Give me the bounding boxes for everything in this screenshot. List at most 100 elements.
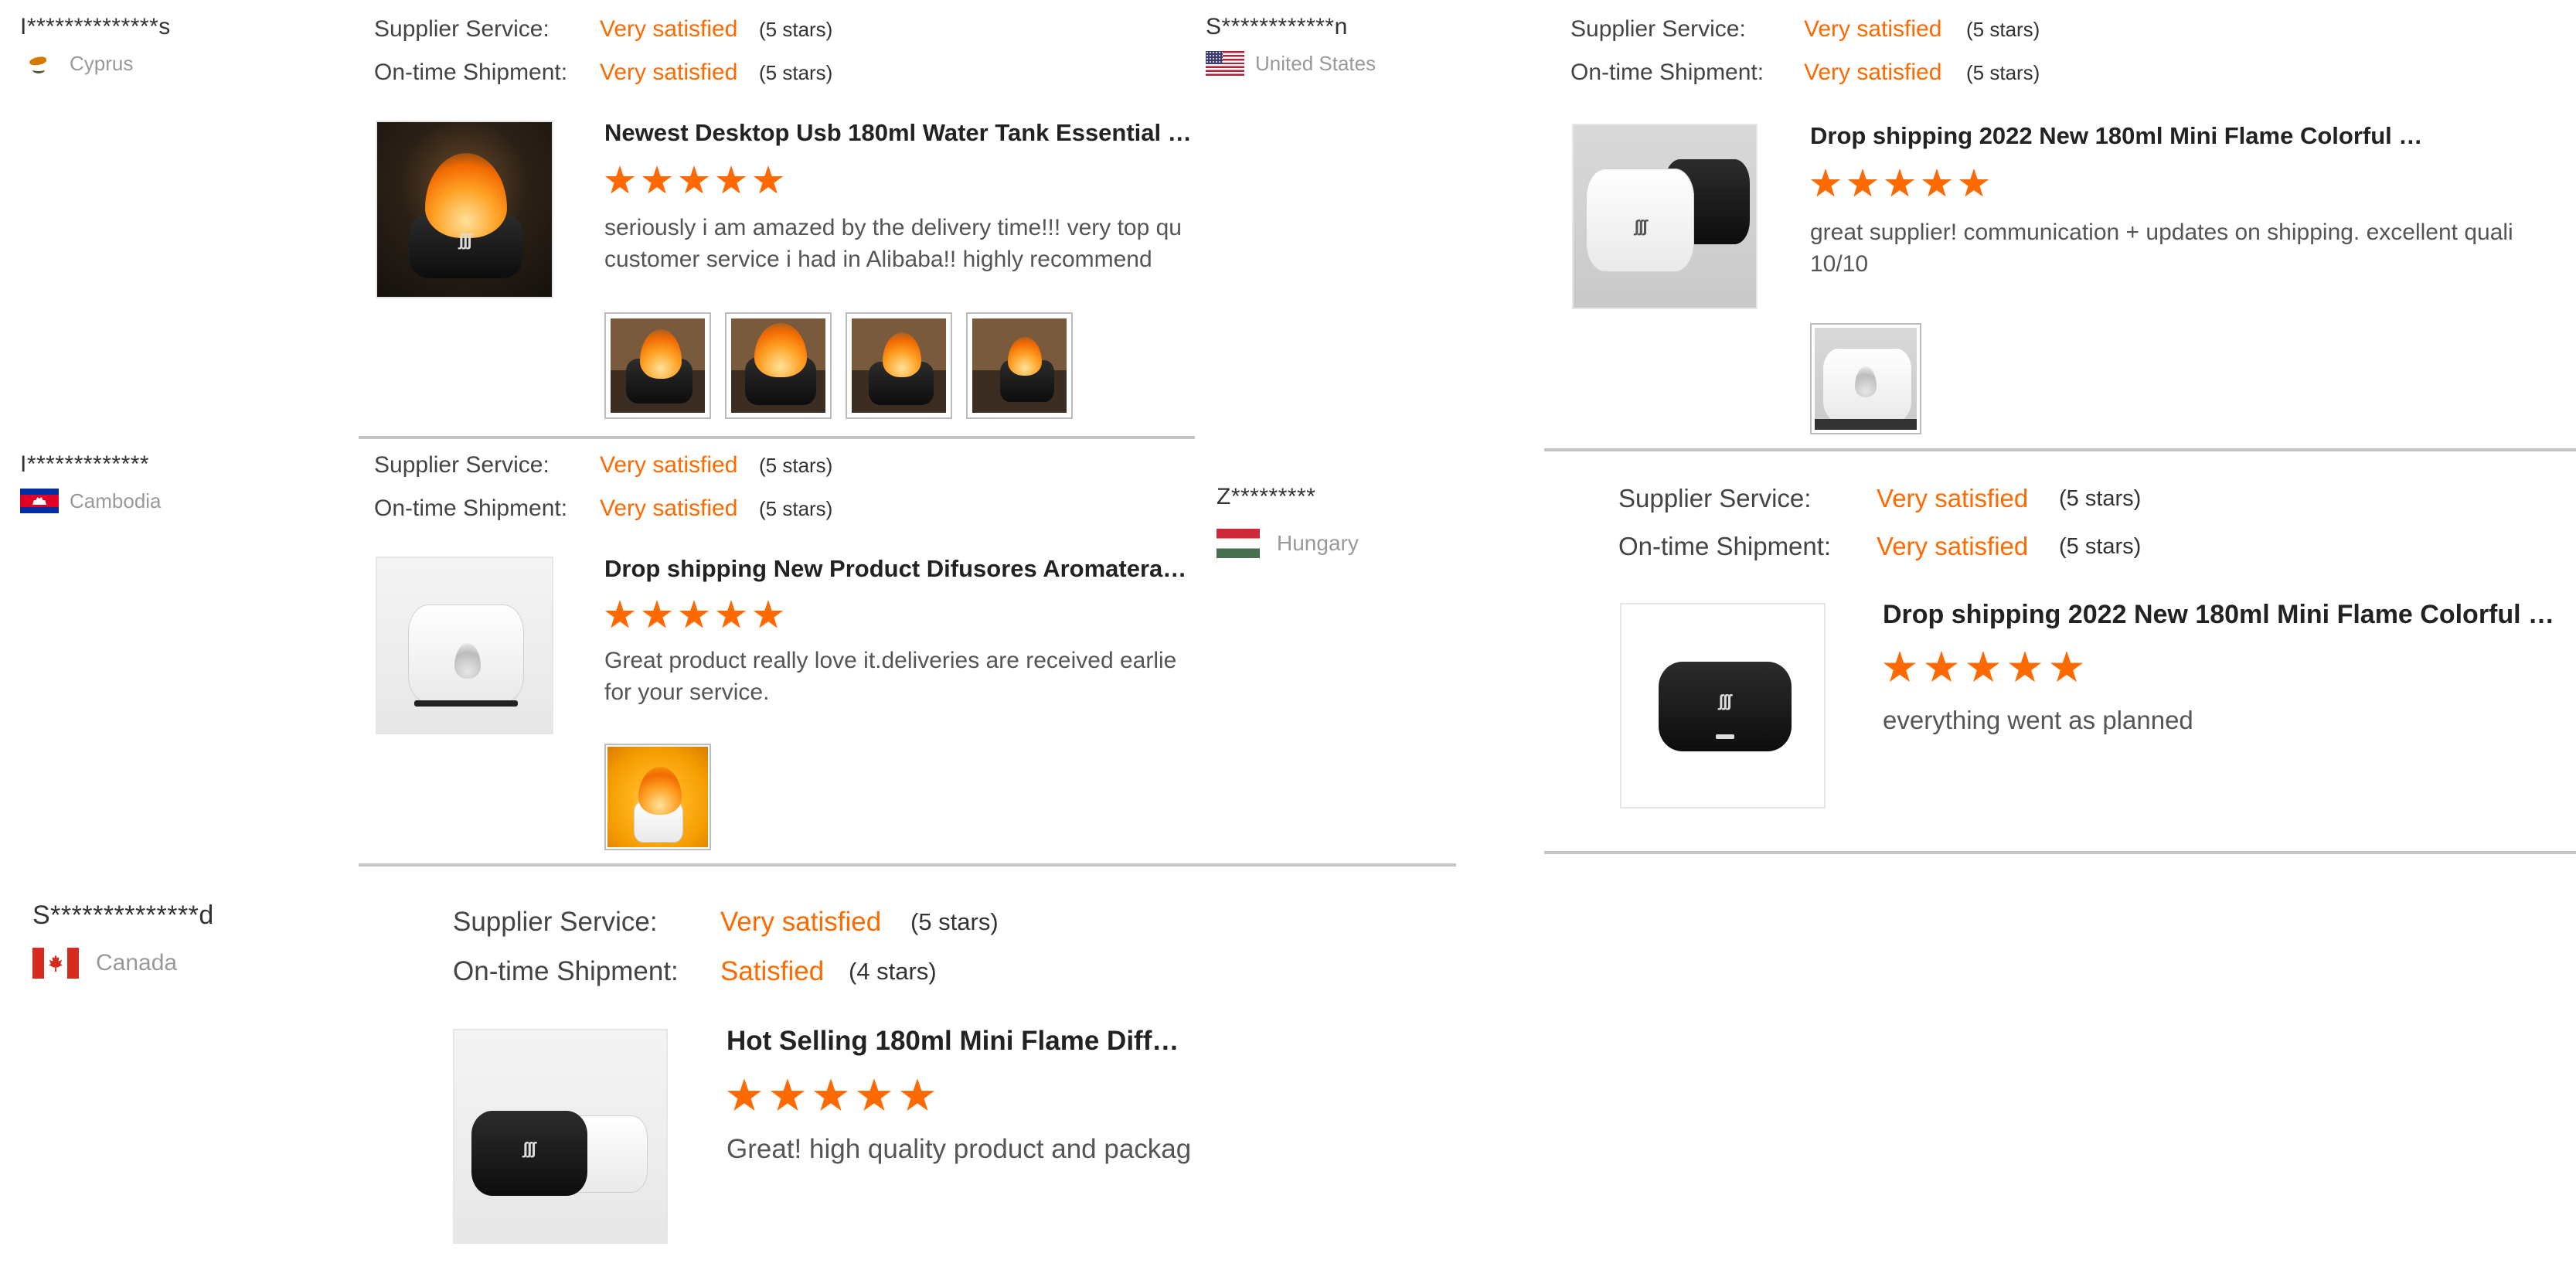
review-card-cambodia: I************* Cambodia Supplier Service…: [0, 439, 1195, 867]
supplier-service-row: Supplier Service: Very satisfied (5 star…: [374, 8, 1147, 51]
country-name: United States: [1255, 51, 1376, 75]
star-icon: [1921, 169, 1952, 197]
shipment-label: On-time Shipment:: [1570, 60, 1764, 85]
review-photos: [604, 744, 711, 850]
product-thumbnail[interactable]: ʃʃʃ: [1572, 124, 1758, 309]
star-rating: [1810, 169, 1989, 199]
buyer-name: S************n: [1206, 14, 1348, 39]
product-block: ʃʃʃ Drop shipping 2022 New 180ml Mini Fl…: [1572, 122, 2576, 448]
review-comment: Great product really love it.deliveries …: [604, 648, 1177, 705]
star-icon: [604, 600, 635, 628]
star-icon: [813, 1078, 849, 1111]
review-photo[interactable]: [604, 744, 711, 850]
review-comment: great supplier! communication + updates …: [1810, 220, 2513, 277]
product-thumbnail[interactable]: ʃʃʃ: [376, 121, 553, 298]
product-title-link[interactable]: Hot Selling 180ml Mini Flame Diffuser Hu…: [727, 1026, 1190, 1057]
star-rating: [727, 1078, 935, 1114]
supplier-service-stars: (5 stars): [2059, 485, 2142, 511]
right-screenshot-panel: S************n United States Supplier Se…: [1206, 0, 2576, 863]
product-title-link[interactable]: Drop shipping New Product Difusores Arom…: [604, 555, 1192, 583]
buyer-info: S**************d Canada: [32, 901, 214, 979]
shipment-label: On-time Shipment:: [374, 60, 568, 85]
shipment-value: Very satisfied: [600, 495, 738, 521]
supplier-service-value: Very satisfied: [720, 907, 882, 937]
product-thumbnail[interactable]: ʃʃʃ: [1620, 603, 1826, 809]
buyer-name: S**************d: [32, 901, 214, 930]
shipment-label: On-time Shipment:: [1618, 532, 1832, 560]
star-icon: [679, 600, 710, 628]
shipment-value: Very satisfied: [1877, 532, 2029, 560]
shipment-row: On-time Shipment: Very satisfied (5 star…: [374, 51, 1147, 94]
star-icon: [1884, 169, 1915, 197]
star-rating: [604, 165, 784, 196]
star-icon: [1958, 169, 1989, 197]
supplier-service-label: Supplier Service:: [374, 16, 550, 42]
supplier-service-value: Very satisfied: [600, 16, 738, 42]
review-comment: Great! high quality product and packagin…: [727, 1134, 1190, 1164]
product-block: ʃʃʃ Newest Desktop Usb 180ml Water Tank …: [376, 119, 1195, 430]
shipment-value: Satisfied: [720, 956, 825, 986]
supplier-service-row: Supplier Service: Very satisfied (5 star…: [453, 897, 1148, 947]
buyer-country: Cyprus: [20, 51, 171, 76]
shipment-stars: (4 stars): [849, 958, 937, 985]
star-rating: [604, 600, 784, 631]
ratings-block: Supplier Service: Very satisfied (5 star…: [453, 897, 1148, 996]
product-thumbnail[interactable]: [376, 557, 553, 734]
review-photo[interactable]: [725, 312, 832, 419]
buyer-info: S************n United States: [1206, 14, 1376, 76]
star-icon: [1810, 169, 1841, 197]
star-icon: [641, 165, 672, 194]
review-comment: seriously i am amazed by the delivery ti…: [604, 215, 1182, 272]
product-block: ʃʃʃ Hot Selling 180ml Mini Flame Diffuse…: [453, 1026, 1195, 1275]
star-icon: [856, 1078, 892, 1111]
product-title-link[interactable]: Newest Desktop Usb 180ml Water Tank Esse…: [604, 119, 1192, 147]
star-icon: [641, 600, 672, 628]
usa-flag-icon: [1206, 51, 1244, 76]
shipment-value: Very satisfied: [1804, 60, 1942, 85]
shipment-row: On-time Shipment: Very satisfied (5 star…: [1618, 523, 2391, 570]
star-icon: [753, 165, 784, 194]
review-photo[interactable]: [966, 312, 1073, 419]
shipment-row: On-time Shipment: Very satisfied (5 star…: [374, 487, 1147, 530]
star-icon: [727, 1078, 762, 1111]
star-icon: [900, 1078, 935, 1111]
product-block: Drop shipping New Product Difusores Arom…: [376, 555, 1195, 866]
star-icon: [1966, 651, 2000, 683]
supplier-service-value: Very satisfied: [600, 452, 738, 478]
country-name: Hungary: [1277, 531, 1359, 555]
country-name: Cambodia: [70, 489, 162, 513]
review-card-canada: S**************d Canada Supplier Service…: [0, 867, 1195, 1275]
supplier-service-stars: (5 stars): [759, 17, 833, 41]
supplier-service-row: Supplier Service: Very satisfied (5 star…: [1570, 8, 2343, 51]
product-title-link[interactable]: Drop shipping 2022 New 180ml Mini Flame …: [1810, 122, 2428, 150]
star-icon: [2050, 651, 2084, 683]
star-icon: [753, 600, 784, 628]
buyer-name: I*************: [20, 451, 150, 477]
product-title-link[interactable]: Drop shipping 2022 New 180ml Mini Flame …: [1883, 600, 2563, 630]
review-photos: [604, 312, 1073, 419]
star-icon: [716, 600, 747, 628]
supplier-service-value: Very satisfied: [1877, 484, 2029, 513]
supplier-service-row: Supplier Service: Very satisfied (5 star…: [1618, 475, 2391, 523]
product-thumbnail[interactable]: ʃʃʃ: [453, 1029, 668, 1244]
shipment-row: On-time Shipment: Very satisfied (5 star…: [1570, 51, 2343, 94]
review-photo[interactable]: [846, 312, 952, 419]
shipment-stars: (5 stars): [759, 60, 833, 84]
left-screenshot-panel: I**************s Cyprus Supplier Service…: [0, 0, 1206, 1275]
supplier-service-stars: (5 stars): [1966, 17, 2040, 41]
row-divider: [1544, 851, 2576, 854]
star-icon: [604, 165, 635, 194]
shipment-value: Very satisfied: [600, 60, 738, 85]
shipment-stars: (5 stars): [759, 496, 833, 520]
supplier-service-label: Supplier Service:: [1570, 16, 1746, 42]
star-rating: [1883, 651, 2084, 685]
review-photos: [1810, 323, 1921, 434]
supplier-service-value: Very satisfied: [1804, 16, 1942, 42]
ratings-block: Supplier Service: Very satisfied (5 star…: [1618, 475, 2391, 570]
shipment-stars: (5 stars): [2059, 533, 2142, 559]
review-photo[interactable]: [1810, 323, 1921, 434]
ratings-block: Supplier Service: Very satisfied (5 star…: [374, 8, 1147, 94]
review-photo[interactable]: [604, 312, 711, 419]
supplier-service-label: Supplier Service:: [453, 907, 658, 937]
supplier-service-row: Supplier Service: Very satisfied (5 star…: [374, 444, 1147, 487]
